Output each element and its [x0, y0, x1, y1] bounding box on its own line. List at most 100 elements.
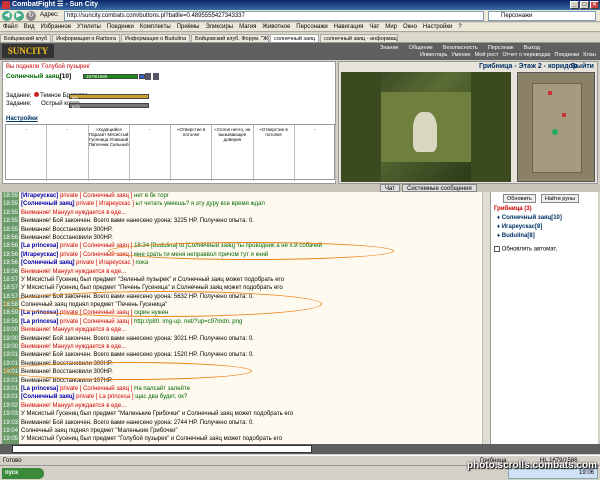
menu-item[interactable]: Утилиты [74, 23, 104, 31]
settings-cell[interactable]: «Отверстие в потолке [254, 125, 295, 181]
chat-timestamp[interactable]: 18:59 [2, 309, 20, 318]
search-input[interactable]: Персонажи [488, 11, 596, 21]
menu-item[interactable]: Окно [400, 23, 420, 31]
minimap[interactable] [517, 72, 595, 182]
settings-cell[interactable]: «Сплоя нечто, не вызывающее доверия [212, 125, 254, 181]
menu-item[interactable]: Избранное [38, 23, 74, 31]
chat-timestamp[interactable]: 19:01 [2, 376, 20, 385]
monster-sprite[interactable] [413, 112, 437, 152]
chat-sender[interactable]: [La princesa] [21, 319, 60, 325]
exit-link[interactable]: Выйти [571, 63, 594, 70]
game-nav-link[interactable]: Клан [583, 52, 596, 58]
menu-item[interactable]: Файл [0, 23, 21, 31]
menu-item[interactable]: Эликсиры [202, 23, 236, 31]
chat-timestamp[interactable]: 19:00 [2, 334, 20, 344]
chat-timestamp[interactable]: 18:59 [2, 317, 20, 327]
browser-tab[interactable]: Информация о Rarbora [52, 34, 120, 42]
game-nav-link[interactable]: Общение [409, 45, 433, 51]
game-nav-link[interactable]: Инвентарь [420, 52, 447, 58]
chat-private-tag[interactable]: private [ Солнечный заяц ] [60, 386, 134, 392]
menu-item[interactable]: ? [455, 23, 464, 31]
menu-item[interactable]: Персонажи [293, 23, 330, 31]
chat-timestamp[interactable]: 18:56 [2, 242, 20, 251]
chat-timestamp[interactable]: 18:56 [2, 250, 20, 260]
auto-refresh-checkbox[interactable] [494, 246, 500, 252]
chat-timestamp[interactable]: 18:55 [2, 200, 20, 209]
minimize-button[interactable]: _ [570, 1, 579, 9]
browser-tab[interactable]: солнечный заяц - информация в Кап... [320, 34, 399, 42]
start-button[interactable]: пуск [2, 468, 44, 479]
maximize-button[interactable]: □ [580, 1, 589, 9]
menu-item[interactable]: Поединки [104, 23, 137, 31]
chat-timestamp[interactable]: 19:00 [2, 343, 20, 352]
chat-timestamp[interactable]: 18:55 [2, 208, 20, 218]
chat-timestamp[interactable]: 18:55 [2, 192, 20, 201]
chat-timestamp[interactable]: 18:56 [2, 233, 20, 243]
game-nav-link[interactable]: Умение [451, 52, 470, 58]
chat-scrollbar[interactable] [482, 192, 490, 444]
chat-timestamp[interactable]: 18:57 [2, 275, 20, 285]
chat-timestamp[interactable]: 19:05 [2, 435, 20, 444]
game-nav-link[interactable]: Безопасность [443, 45, 478, 51]
settings-cell[interactable]: «Отверстие в потолке [171, 125, 213, 181]
back-icon[interactable]: ◀ [2, 11, 12, 21]
chat-timestamp[interactable]: 19:00 [2, 326, 20, 335]
game-nav-link[interactable]: Поединки [555, 52, 580, 58]
browser-tab[interactable]: Бойцовский клуб [0, 34, 52, 42]
chat-private-tag[interactable]: private [ La princesa ] [76, 394, 135, 400]
menu-item[interactable]: Комплекты [137, 23, 174, 31]
chat-timestamp[interactable]: 19:04 [2, 426, 20, 436]
player-name[interactable]: Игареускас[8] [502, 224, 543, 230]
game-nav-link[interactable]: Знание [380, 45, 399, 51]
chat-private-tag[interactable]: private [ Солнечный заяц ] [60, 319, 134, 325]
menu-item[interactable]: Чат [366, 23, 382, 31]
chat-sender[interactable]: [La princesa] [21, 386, 60, 392]
chat-sender[interactable]: [Солнечный заяц] [21, 201, 76, 207]
chat-private-tag[interactable]: private [ Игареускас ] [76, 201, 135, 207]
chat-timestamp[interactable]: 19:03 [2, 418, 20, 427]
game-nav-link[interactable]: Отчет о переводах [502, 52, 550, 58]
address-input[interactable]: http://suncity.combats.com/buttons.pl?ba… [64, 11, 484, 21]
browser-tab[interactable]: Бойцовский клуб. Форум. "Жалобы... [191, 34, 270, 42]
chat-private-tag[interactable]: private [ Солнечный заяц ] [60, 193, 134, 199]
menu-item[interactable]: Вид [21, 23, 38, 31]
browser-tab[interactable]: Информация о Budulina [120, 34, 191, 42]
forward-icon[interactable]: ▶ [14, 11, 24, 21]
chat-timestamp[interactable]: 18:56 [2, 267, 20, 276]
menu-item[interactable]: Приёмы [174, 23, 203, 31]
chat-sender[interactable]: [Игареускас] [21, 193, 60, 199]
tab-chat[interactable]: Чат [380, 184, 400, 192]
menu-item[interactable]: Магия [236, 23, 259, 31]
refresh-button[interactable]: Обновить [503, 194, 536, 203]
dungeon-view[interactable] [341, 72, 511, 182]
chat-private-tag[interactable]: private [ Игареускас ] [76, 260, 135, 266]
browser-tab[interactable]: солнечный заяц [270, 34, 320, 42]
player-name[interactable]: Солнечный заяц[10] [502, 215, 562, 221]
player-entry[interactable]: ♦ Игареускас[8] [497, 223, 562, 232]
tab-system-messages[interactable]: Системные сообщения [402, 184, 477, 192]
menu-item[interactable]: Настройки [420, 23, 455, 31]
refresh-icon[interactable]: ↻ [26, 11, 36, 21]
chat-sender[interactable]: [La princesa] [21, 243, 60, 249]
chat-timestamp[interactable]: 19:01 [2, 384, 20, 394]
chat-timestamp[interactable]: 18:55 [2, 225, 20, 234]
settings-cell[interactable]: - [295, 125, 336, 181]
chat-sender[interactable]: [Солнечный заяц] [21, 260, 76, 266]
settings-cell[interactable]: «Ходящийся Паразит Мясистый Гусеница Упа… [89, 125, 130, 181]
chat-timestamp[interactable]: 19:02 [2, 401, 20, 411]
chat-sender[interactable]: [Игареускас] [21, 252, 60, 258]
chat-timestamp[interactable]: 18:55 [2, 217, 20, 226]
menu-item[interactable]: Животное [259, 23, 293, 31]
chat-timestamp[interactable]: 18:56 [2, 259, 20, 268]
settings-cell[interactable]: - [6, 125, 48, 181]
find-runes-button[interactable]: Найти руны [541, 194, 579, 203]
chat-timestamp[interactable]: 19:01 [2, 393, 20, 402]
close-button[interactable]: × [590, 1, 599, 9]
character-name[interactable]: Солнечный заяц [6, 73, 60, 80]
settings-cell[interactable]: - [47, 125, 89, 181]
player-entry[interactable]: ♦ Budulina[8] [497, 232, 562, 241]
menu-item[interactable]: Навигация [331, 23, 367, 31]
chat-input[interactable] [12, 445, 312, 453]
player-entry[interactable]: ♦ Солнечный заяц[10] [497, 214, 562, 223]
chat-timestamp[interactable]: 19:03 [2, 410, 20, 419]
